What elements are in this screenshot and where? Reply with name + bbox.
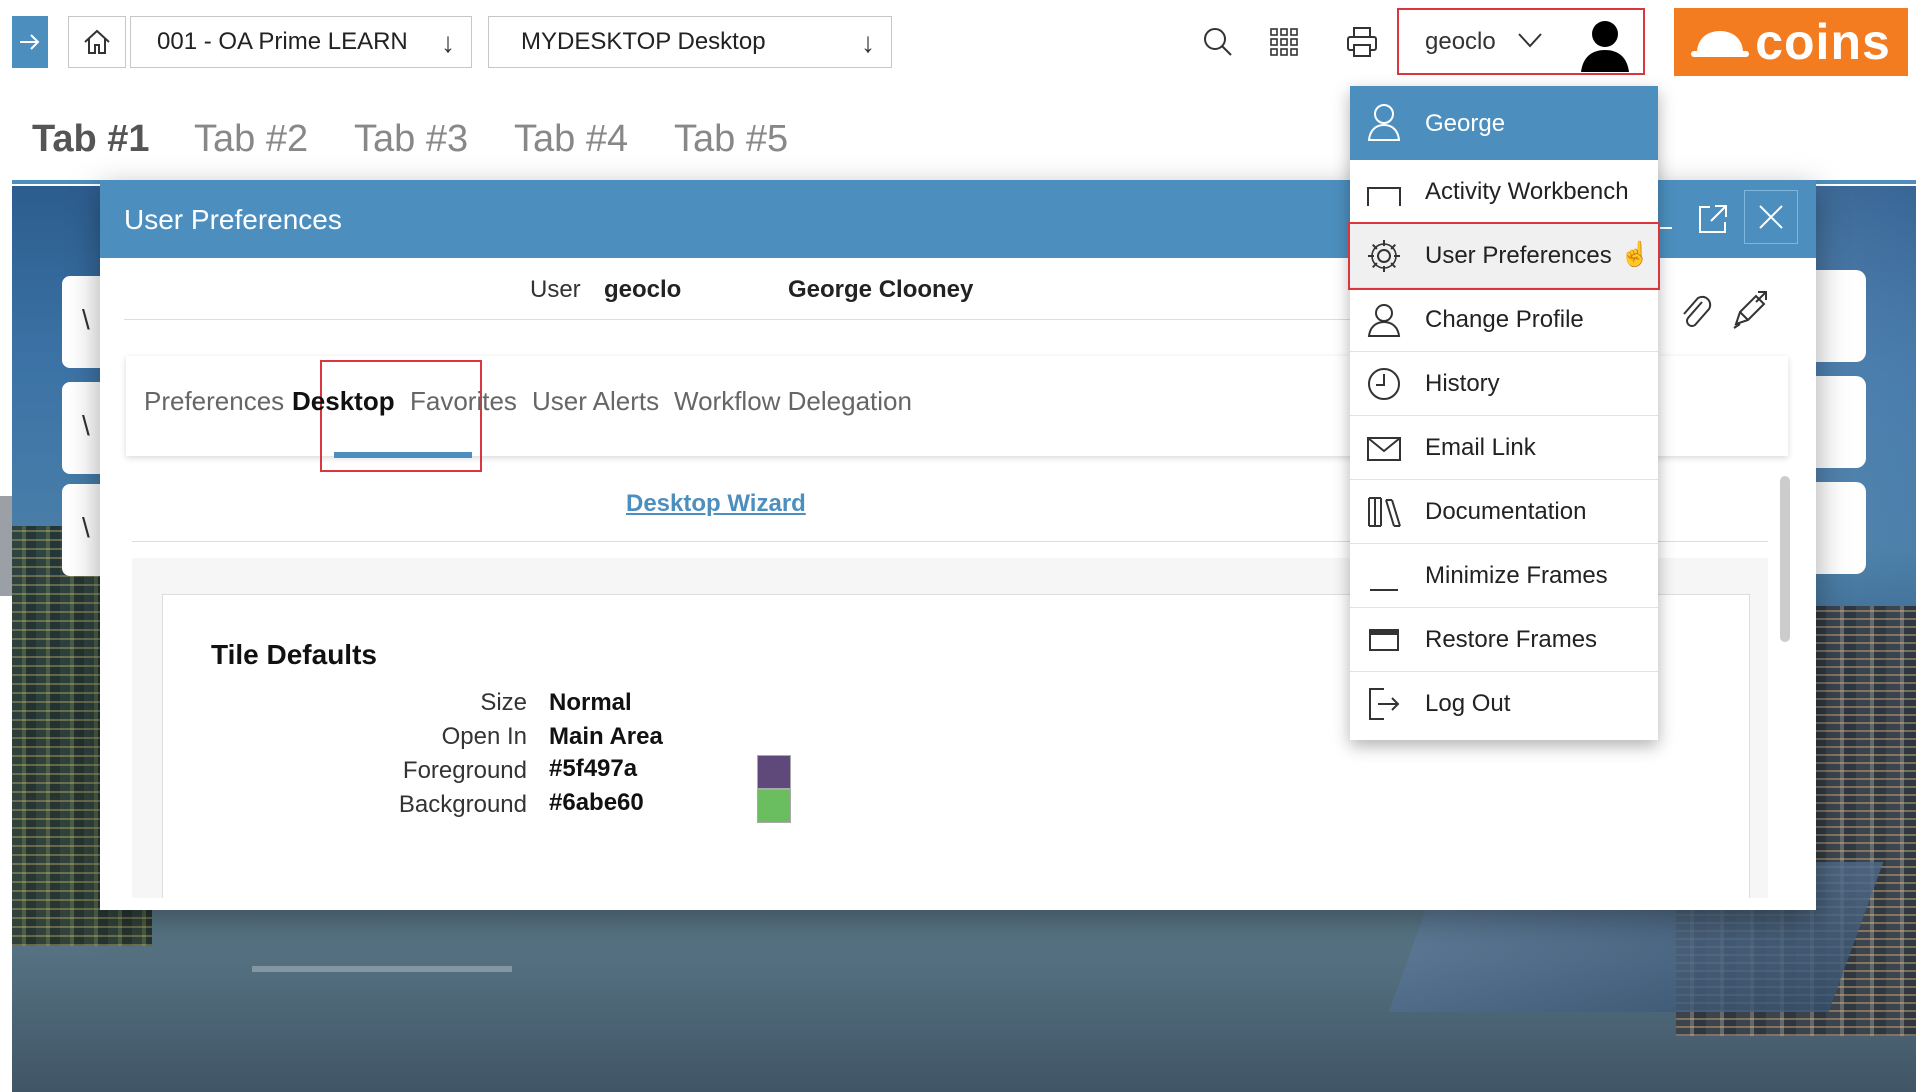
coins-logo: coins bbox=[1674, 8, 1908, 76]
person-icon bbox=[1367, 104, 1401, 141]
hardhat-icon bbox=[1691, 31, 1750, 57]
sidebar-toggle-button[interactable] bbox=[12, 16, 48, 68]
arrow-right-icon bbox=[20, 34, 40, 50]
tab-desktop[interactable]: Desktop bbox=[292, 386, 395, 417]
menu-item-minimize-frames[interactable]: Minimize Frames bbox=[1350, 544, 1658, 608]
foreground-value: #5f497a bbox=[549, 755, 638, 782]
company-label: 001 - OA Prime LEARN bbox=[157, 28, 408, 55]
menu-item-label: User Preferences bbox=[1425, 242, 1612, 269]
company-selector[interactable]: 001 - OA Prime LEARN ↓ bbox=[130, 16, 472, 68]
menu-item-user-preferences[interactable]: User Preferences ☝ bbox=[1348, 222, 1660, 290]
menu-item-documentation[interactable]: Documentation bbox=[1350, 480, 1658, 544]
apps-grid-button[interactable] bbox=[1264, 22, 1304, 62]
books-icon bbox=[1368, 497, 1401, 527]
left-edge-strip bbox=[0, 496, 12, 596]
open-in-value: Main Area bbox=[549, 723, 663, 750]
menu-item-email-link[interactable]: Email Link bbox=[1350, 416, 1658, 480]
menu-item-history[interactable]: History bbox=[1350, 352, 1658, 416]
chevron-down-icon bbox=[1518, 33, 1542, 48]
desktop-tab-1[interactable]: Tab #1 bbox=[32, 118, 150, 161]
printer-icon bbox=[1347, 27, 1377, 57]
search-icon bbox=[1204, 28, 1232, 56]
background-value: #6abe60 bbox=[549, 789, 644, 816]
dialog-scrollbar[interactable] bbox=[1780, 476, 1790, 642]
desktop-tile[interactable]: \ bbox=[62, 382, 102, 474]
close-icon bbox=[1759, 205, 1783, 229]
desktop-selector[interactable]: MYDESKTOP Desktop ↓ bbox=[488, 16, 892, 68]
desktop-tile[interactable] bbox=[1816, 270, 1866, 362]
home-icon bbox=[84, 29, 110, 54]
frame-icon bbox=[1367, 187, 1401, 206]
arrow-down-icon: ↓ bbox=[441, 27, 455, 58]
menu-item-restore-frames[interactable]: Restore Frames bbox=[1350, 608, 1658, 672]
avatar bbox=[1581, 21, 1629, 72]
size-value: Normal bbox=[549, 689, 632, 716]
tab-workflow-delegation[interactable]: Workflow Delegation bbox=[674, 386, 912, 417]
menu-item-label: Email Link bbox=[1425, 434, 1536, 461]
desktop-tile[interactable]: \ bbox=[62, 484, 102, 576]
user-label: User bbox=[530, 276, 581, 303]
restore-icon bbox=[1369, 629, 1399, 651]
user-dropdown-menu: George Activity Workbench User Preferenc… bbox=[1348, 86, 1660, 740]
active-tab-indicator bbox=[334, 452, 472, 458]
user-menu-button[interactable]: geoclo bbox=[1397, 8, 1645, 75]
menu-item-label: Minimize Frames bbox=[1425, 562, 1608, 589]
desktop-tab-5[interactable]: Tab #5 bbox=[674, 118, 788, 161]
desktop-tab-4[interactable]: Tab #4 bbox=[514, 118, 628, 161]
menu-item-label: Activity Workbench bbox=[1425, 178, 1629, 205]
background-color-swatch bbox=[757, 789, 791, 823]
close-button[interactable] bbox=[1744, 190, 1798, 244]
menu-item-label: Log Out bbox=[1425, 690, 1511, 717]
desktop-label: MYDESKTOP Desktop bbox=[521, 28, 766, 55]
open-in-label: Open In bbox=[441, 723, 527, 750]
menu-item-activity-workbench[interactable]: Activity Workbench bbox=[1350, 160, 1658, 224]
dropdown-user-name: George bbox=[1425, 110, 1506, 137]
search-button[interactable] bbox=[1198, 22, 1238, 62]
dropdown-header[interactable]: George bbox=[1350, 86, 1658, 160]
dialog-title: User Preferences bbox=[124, 204, 342, 235]
popout-icon[interactable] bbox=[1696, 202, 1730, 236]
menu-item-log-out[interactable]: Log Out bbox=[1350, 672, 1658, 736]
logout-icon bbox=[1369, 688, 1400, 720]
clock-icon bbox=[1368, 368, 1400, 400]
username-label: geoclo bbox=[1425, 28, 1496, 55]
minimize-icon bbox=[1370, 589, 1398, 591]
arrow-down-icon: ↓ bbox=[861, 27, 875, 58]
menu-item-label: History bbox=[1425, 370, 1500, 397]
desktop-tile[interactable] bbox=[1816, 482, 1866, 574]
hand-cursor-icon: ☝ bbox=[1620, 241, 1650, 268]
envelope-icon bbox=[1367, 437, 1401, 461]
pencil-edit-icon[interactable] bbox=[1730, 288, 1770, 330]
tab-user-alerts[interactable]: User Alerts bbox=[532, 386, 659, 417]
section-title: Tile Defaults bbox=[211, 639, 377, 670]
grid-icon bbox=[1270, 28, 1298, 56]
home-button[interactable] bbox=[68, 16, 126, 68]
background-label: Background bbox=[398, 791, 527, 818]
menu-item-label: Documentation bbox=[1425, 498, 1587, 525]
size-label: Size bbox=[480, 689, 527, 716]
foreground-label: Foreground bbox=[402, 757, 527, 784]
tab-favorites[interactable]: Favorites bbox=[410, 386, 517, 417]
logo-text: coins bbox=[1755, 14, 1891, 70]
desktop-tile[interactable]: \ bbox=[62, 276, 102, 368]
gear-icon bbox=[1368, 240, 1400, 272]
menu-item-change-profile[interactable]: Change Profile bbox=[1350, 288, 1658, 352]
desktop-tile[interactable] bbox=[1816, 376, 1866, 468]
top-bar: 001 - OA Prime LEARN ↓ MYDESKTOP Desktop… bbox=[0, 0, 1916, 82]
menu-item-label: Change Profile bbox=[1425, 306, 1584, 333]
foreground-color-swatch bbox=[757, 755, 791, 789]
user-id: geoclo bbox=[604, 276, 682, 303]
desktop-tab-2[interactable]: Tab #2 bbox=[194, 118, 308, 161]
menu-item-label: Restore Frames bbox=[1425, 626, 1598, 653]
person-icon bbox=[1367, 304, 1401, 337]
user-full-name: George Clooney bbox=[788, 276, 974, 303]
print-button[interactable] bbox=[1342, 22, 1382, 62]
desktop-tab-3[interactable]: Tab #3 bbox=[354, 118, 468, 161]
paperclip-icon[interactable] bbox=[1676, 290, 1712, 330]
desktop-wizard-link[interactable]: Desktop Wizard bbox=[626, 490, 806, 518]
tab-preferences[interactable]: Preferences bbox=[144, 386, 284, 417]
